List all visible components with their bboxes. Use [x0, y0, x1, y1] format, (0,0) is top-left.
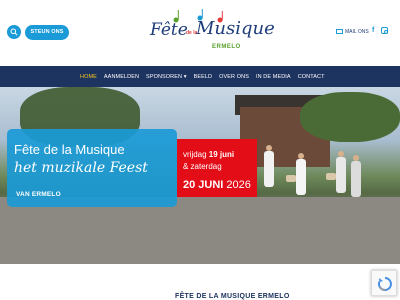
- steun-ons-button[interactable]: STEUN ONS: [25, 25, 69, 40]
- nav-in-de-media[interactable]: IN DE MEDIA: [256, 74, 291, 80]
- nav-beeld[interactable]: BEELD: [194, 74, 213, 80]
- nav-home[interactable]: HOME: [80, 74, 97, 80]
- facebook-icon[interactable]: f: [372, 27, 374, 34]
- nav-over-ons[interactable]: OVER ONS: [219, 74, 249, 80]
- site-logo[interactable]: Fête de la Musique ERMELO: [140, 4, 275, 64]
- hero-photo-person: [336, 157, 346, 193]
- instagram-icon[interactable]: [381, 27, 388, 34]
- section-title: FÊTE DE LA MUSIQUE ERMELO: [175, 293, 290, 300]
- hero-city: VAN ERMELO: [16, 191, 61, 198]
- nav-aanmelden[interactable]: AANMELDEN: [104, 74, 139, 80]
- main-nav: HOME AANMELDEN SPONSOREN ▾ BEELD OVER ON…: [0, 66, 400, 87]
- hero-photo-drum: [286, 175, 296, 182]
- hero-date-line3: 20 JUNI 2026: [183, 179, 251, 191]
- hero-photo-drum: [326, 173, 336, 180]
- hero-photo-person: [264, 151, 274, 187]
- hero-title: Fête de la Musique: [14, 142, 125, 157]
- nav-contact[interactable]: CONTACT: [298, 74, 325, 80]
- recaptcha-icon: [377, 277, 392, 291]
- logo-ermelo: ERMELO: [212, 44, 241, 50]
- hero-date-line1: vrijdag 19 juni: [183, 150, 234, 159]
- mail-icon: [336, 29, 343, 34]
- hero-date-day1: vrijdag: [183, 150, 209, 159]
- hero-date-date1: 19 juni: [208, 150, 235, 159]
- search-icon: [10, 28, 18, 36]
- mail-ons-link[interactable]: MAIL ONS: [336, 29, 369, 35]
- hero-photo-person: [296, 159, 306, 195]
- logo-fete: Fête: [150, 20, 188, 40]
- hero-date-line2: & zaterdag: [183, 162, 222, 171]
- site-header: STEUN ONS Fête de la Musique ERMELO MAIL…: [0, 0, 400, 66]
- nav-sponsoren[interactable]: SPONSOREN ▾: [146, 74, 187, 80]
- hero-photo-tree: [300, 92, 400, 142]
- search-button[interactable]: [7, 25, 21, 39]
- hero-photo-street: [0, 197, 400, 264]
- recaptcha-badge[interactable]: [371, 270, 397, 296]
- hero-subtitle: het muzikale Feest: [14, 160, 148, 176]
- logo-musique: Musique: [196, 18, 275, 39]
- hero-date-year: 2026: [223, 179, 251, 191]
- hero-date-date2: 20 JUNI: [183, 179, 224, 191]
- mail-ons-label: MAIL ONS: [345, 29, 369, 35]
- hero-photo-person: [351, 161, 361, 197]
